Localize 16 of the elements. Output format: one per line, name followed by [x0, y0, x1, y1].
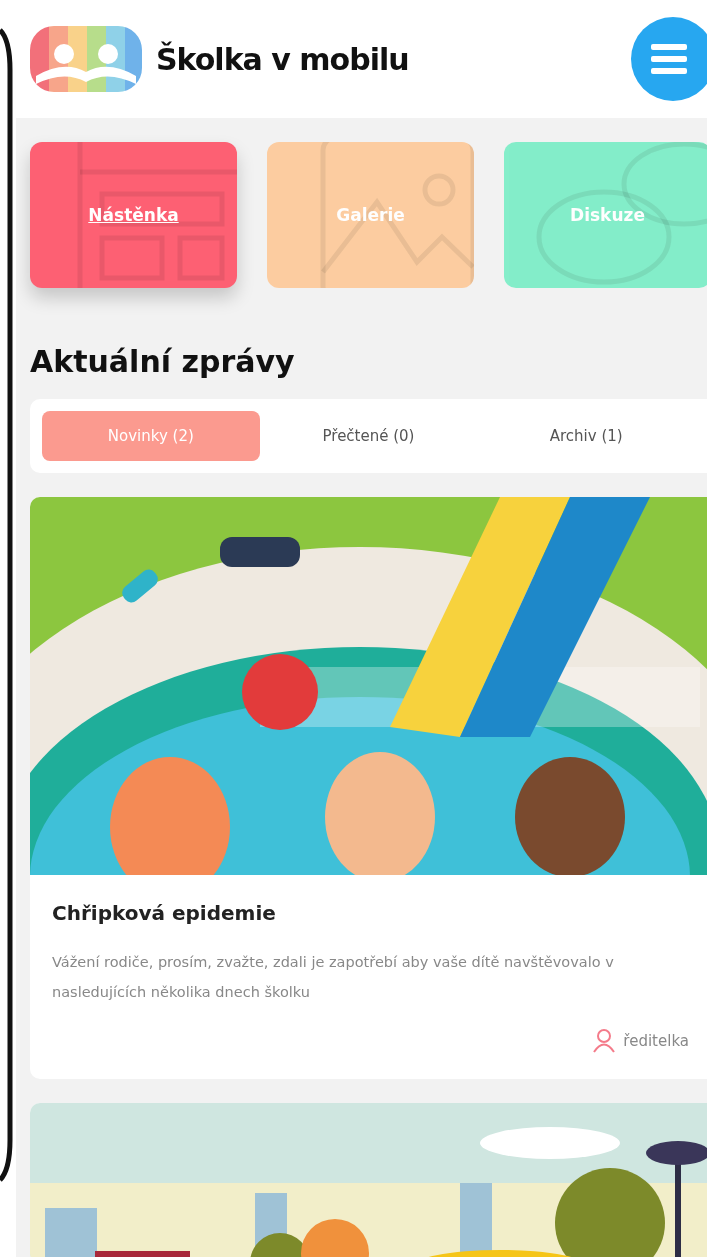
- nav-tile[interactable]: Nástěnka: [30, 142, 237, 288]
- author-name: ředitelka: [623, 1032, 689, 1050]
- tile-label: Galerie: [336, 205, 405, 225]
- tab[interactable]: Přečtené (0): [259, 411, 478, 461]
- section-title: Aktuální zprávy: [30, 344, 296, 379]
- menu-icon: [651, 44, 687, 74]
- tab[interactable]: Novinky (2): [42, 411, 260, 461]
- logo-icon: [30, 26, 142, 92]
- tile-label: Nástěnka: [88, 205, 179, 225]
- user-icon: [593, 1029, 616, 1053]
- news-card[interactable]: Chřipková epidemie Vážení rodiče, prosím, zvažte, zdali je zapotřebí aby vaše dítě navštěvovalo v nasledujících několika dnech školku ředitelka: [30, 497, 707, 1079]
- news-text: Vážení rodiče, prosím, zvažte, zdali je zapotřebí aby vaše dítě navštěvovalo v nasledujících několika dnech školku: [52, 953, 615, 1002]
- news-title: Chřipková epidemie: [52, 901, 277, 925]
- tile-label: Diskuze: [570, 205, 645, 225]
- app-name: Školka v mobilu: [156, 41, 410, 77]
- tab[interactable]: Archiv (1): [477, 411, 695, 461]
